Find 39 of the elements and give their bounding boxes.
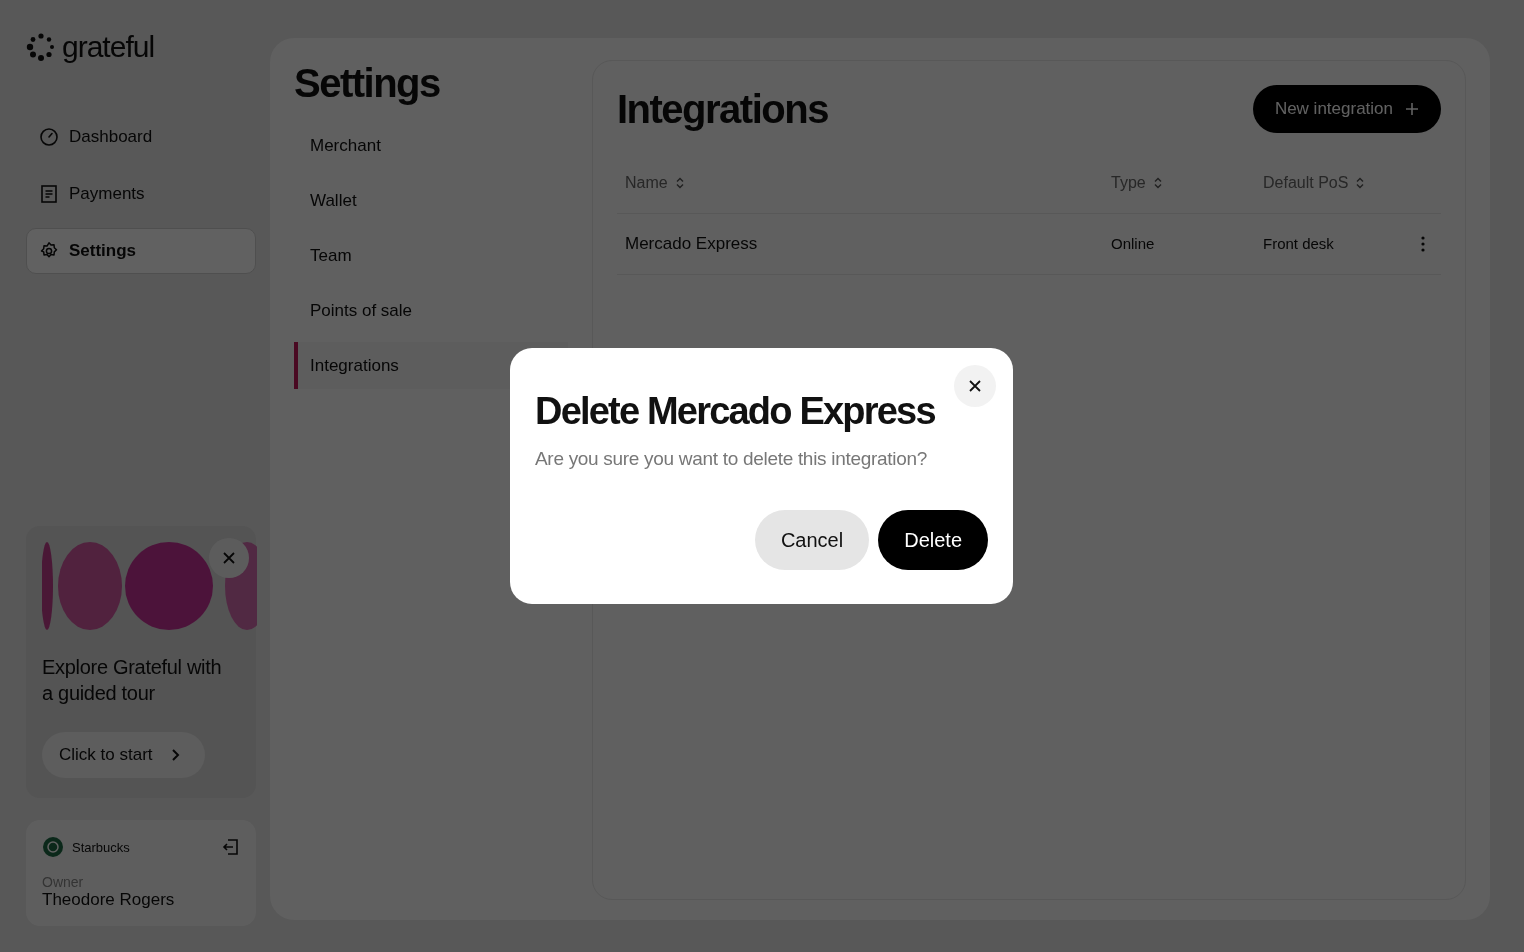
settings-menu-item[interactable]: Wallet (294, 177, 568, 224)
integrations-title: Integrations (617, 86, 828, 132)
brand-name: grateful (62, 30, 155, 64)
nav-item[interactable]: Dashboard (26, 114, 256, 160)
new-integration-button[interactable]: New integration (1252, 85, 1441, 133)
promo-title: Explore Grateful with a guided tour (42, 655, 222, 706)
nav-item[interactable]: Settings (26, 228, 256, 274)
sort-icon (1356, 177, 1365, 189)
document-icon (39, 184, 59, 204)
more-options-icon[interactable] (1421, 236, 1425, 252)
sort-icon (675, 177, 684, 189)
table-cell: Online (1111, 235, 1155, 252)
close-icon (968, 379, 982, 393)
column-header[interactable]: Name (625, 174, 684, 192)
dialog-title: Delete Mercado Express (535, 389, 936, 434)
column-header[interactable]: Default PoS (1263, 174, 1365, 192)
company-logo-icon (42, 836, 64, 858)
logout-icon[interactable] (220, 837, 240, 857)
table-cell: Mercado Express (625, 234, 758, 253)
user-name: Theodore Rogers (42, 890, 176, 910)
company-name: Starbucks (72, 839, 131, 855)
settings-menu-item[interactable]: Team (294, 232, 568, 279)
chevron-right-icon (170, 748, 181, 762)
logo-icon (26, 32, 56, 62)
sort-icon (1153, 177, 1162, 189)
dialog-message: Are you sure you want to delete this integration? (535, 448, 928, 470)
settings-title: Settings (294, 60, 441, 106)
nav-item[interactable]: Payments (26, 171, 256, 217)
plus-icon (1405, 102, 1419, 116)
delete-button[interactable]: Delete (878, 510, 988, 570)
start-tour-button[interactable]: Click to start (42, 732, 205, 778)
close-icon (222, 551, 236, 565)
close-button[interactable] (954, 365, 996, 407)
settings-menu-item[interactable]: Merchant (294, 122, 568, 169)
table-cell: Front desk (1263, 235, 1334, 252)
settings-menu-item[interactable]: Points of sale (294, 287, 568, 334)
column-header[interactable]: Type (1111, 174, 1162, 192)
cancel-button[interactable]: Cancel (754, 510, 870, 570)
gauge-icon (39, 127, 59, 147)
